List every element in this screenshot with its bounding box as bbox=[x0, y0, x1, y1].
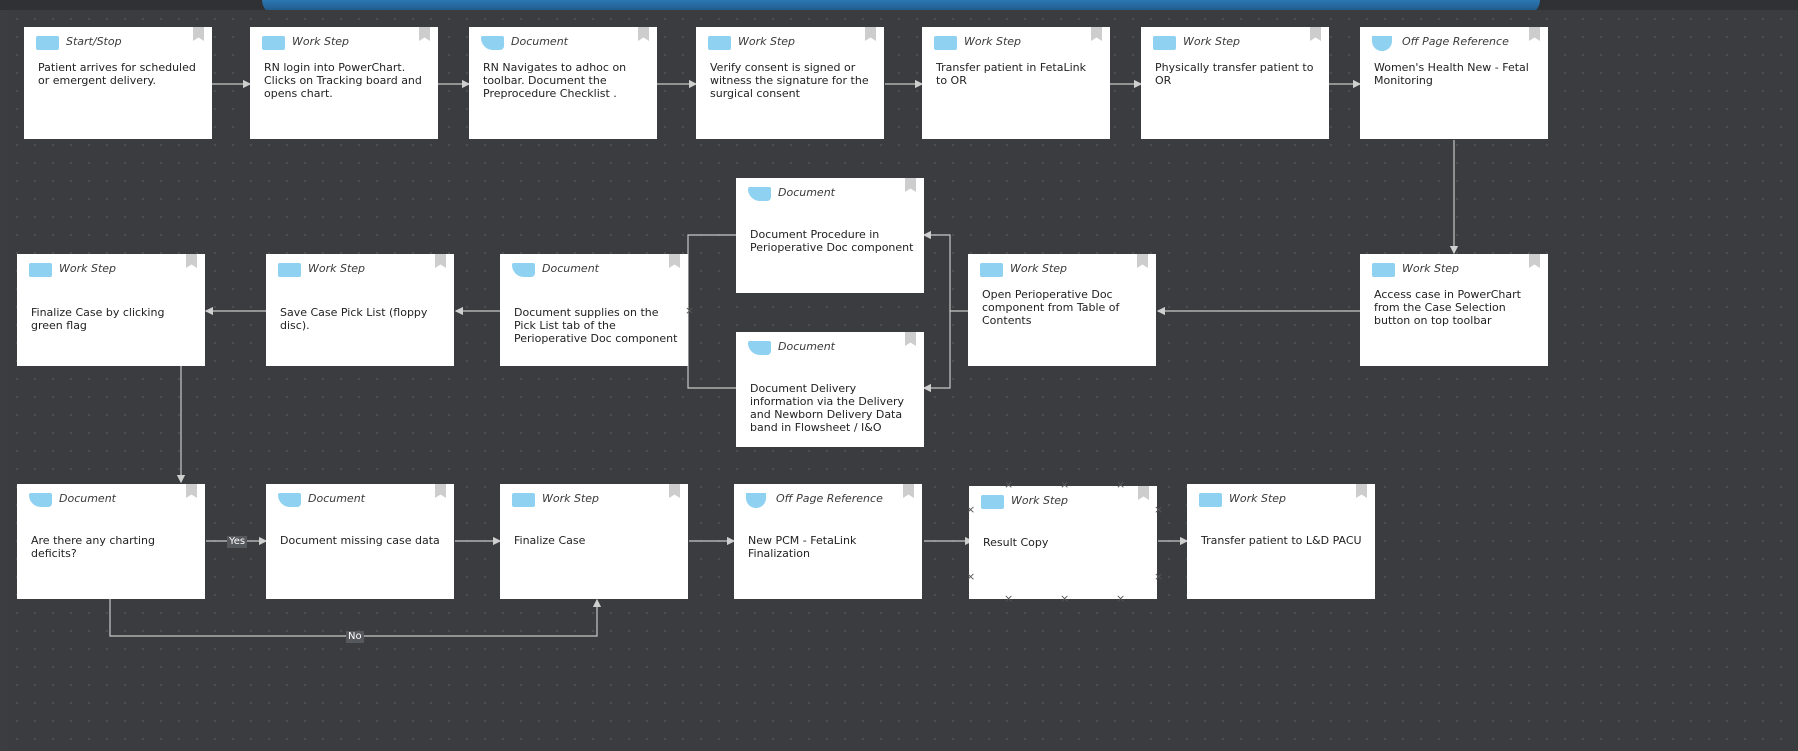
node-work-step[interactable]: Work Step Finalize Case bbox=[500, 484, 688, 599]
bookmark-icon bbox=[1137, 254, 1148, 268]
resize-handle[interactable]: × bbox=[1004, 593, 1013, 604]
node-text: RN login into PowerChart. Clicks on Trac… bbox=[264, 61, 422, 100]
work-step-icon bbox=[934, 36, 957, 50]
bookmark-icon bbox=[419, 27, 430, 41]
bookmark-icon bbox=[186, 484, 197, 498]
node-text: Document missing case data bbox=[280, 534, 440, 547]
bookmark-icon bbox=[186, 254, 197, 268]
node-work-step-selected[interactable]: Work Step Result Copy bbox=[969, 486, 1157, 599]
node-document[interactable]: Document Document Delivery information v… bbox=[736, 332, 924, 447]
node-document[interactable]: Document Document missing case data bbox=[266, 484, 454, 599]
connector-handle[interactable]: × bbox=[685, 305, 694, 316]
node-document[interactable]: Document RN Navigates to adhoc on toolba… bbox=[469, 27, 657, 139]
work-step-icon bbox=[29, 263, 52, 277]
yes-label: Yes bbox=[227, 536, 248, 548]
node-work-step[interactable]: Work Step Physically transfer patient to… bbox=[1141, 27, 1329, 139]
bookmark-icon bbox=[1529, 254, 1540, 268]
node-text: Patient arrives for scheduled or emergen… bbox=[38, 61, 196, 87]
node-off-page-reference[interactable]: Off Page Reference Women's Health New - … bbox=[1360, 27, 1548, 139]
node-text: Document supplies on the Pick List tab o… bbox=[514, 306, 678, 345]
document-icon bbox=[512, 263, 535, 277]
work-step-icon bbox=[980, 263, 1003, 277]
node-work-step[interactable]: Work Step Verify consent is signed or wi… bbox=[696, 27, 884, 139]
node-text: Transfer patient to L&D PACU bbox=[1201, 534, 1362, 547]
node-document[interactable]: Document Document Procedure in Periopera… bbox=[736, 178, 924, 293]
node-text: Document Procedure in Perioperative Doc … bbox=[750, 228, 914, 254]
resize-handle[interactable]: × bbox=[1116, 479, 1125, 490]
node-work-step[interactable]: Work Step Transfer patient in FetaLink t… bbox=[922, 27, 1110, 139]
node-text: Finalize Case by clicking green flag bbox=[31, 306, 165, 332]
node-work-step[interactable]: Work Step Finalize Case by clicking gree… bbox=[17, 254, 205, 366]
start-stop-icon bbox=[36, 36, 59, 50]
bookmark-icon bbox=[1310, 27, 1321, 41]
document-icon bbox=[29, 493, 52, 507]
bookmark-icon bbox=[903, 484, 914, 498]
node-text: Transfer patient in FetaLink to OR bbox=[936, 61, 1086, 87]
bookmark-icon bbox=[193, 27, 204, 41]
node-start-stop[interactable]: Start/Stop Patient arrives for scheduled… bbox=[24, 27, 212, 139]
resize-handle[interactable]: × bbox=[1060, 593, 1069, 604]
resize-handle[interactable]: × bbox=[1116, 593, 1125, 604]
resize-handle[interactable]: × bbox=[1154, 504, 1163, 515]
work-step-icon bbox=[278, 263, 301, 277]
node-text: Document Delivery information via the De… bbox=[750, 382, 904, 434]
resize-handle[interactable]: × bbox=[1154, 571, 1163, 582]
node-text: Verify consent is signed or witness the … bbox=[710, 61, 869, 100]
node-text: RN Navigates to adhoc on toolbar. Docume… bbox=[483, 61, 627, 100]
bookmark-icon bbox=[435, 254, 446, 268]
document-icon bbox=[481, 36, 504, 50]
no-label: No bbox=[346, 631, 364, 643]
node-document[interactable]: Document Are there any charting deficits… bbox=[17, 484, 205, 599]
resize-handle[interactable]: × bbox=[1060, 479, 1069, 490]
edge-n9-n10 bbox=[922, 230, 968, 312]
node-text: Result Copy bbox=[983, 536, 1049, 549]
off-page-reference-icon bbox=[746, 493, 766, 508]
bookmark-icon bbox=[1091, 27, 1102, 41]
bookmark-icon bbox=[1529, 27, 1540, 41]
bookmark-icon bbox=[905, 178, 916, 192]
bookmark-icon bbox=[638, 27, 649, 41]
node-text: Finalize Case bbox=[514, 534, 586, 547]
resize-handle[interactable]: × bbox=[1004, 479, 1013, 490]
node-text: Are there any charting deficits? bbox=[31, 534, 155, 560]
bookmark-icon bbox=[669, 484, 680, 498]
bookmark-icon bbox=[905, 332, 916, 346]
work-step-icon bbox=[512, 493, 535, 507]
node-document[interactable]: Document Document supplies on the Pick L… bbox=[500, 254, 688, 366]
node-text: New PCM - FetaLink Finalization bbox=[748, 534, 857, 560]
off-page-reference-icon bbox=[1372, 36, 1392, 51]
node-text: Women's Health New - Fetal Monitoring bbox=[1374, 61, 1529, 87]
bookmark-icon bbox=[435, 484, 446, 498]
work-step-icon bbox=[981, 495, 1004, 509]
node-work-step[interactable]: Work Step Access case in PowerChart from… bbox=[1360, 254, 1548, 366]
document-icon bbox=[278, 493, 301, 507]
edge-n11-n12 bbox=[687, 311, 736, 389]
node-work-step[interactable]: Work Step RN login into PowerChart. Clic… bbox=[250, 27, 438, 139]
work-step-icon bbox=[708, 36, 731, 50]
work-step-icon bbox=[1372, 263, 1395, 277]
resize-handle[interactable]: × bbox=[966, 504, 975, 515]
node-work-step[interactable]: Work Step Open Perioperative Doc compone… bbox=[968, 254, 1156, 366]
node-off-page-reference[interactable]: Off Page Reference New PCM - FetaLink Fi… bbox=[734, 484, 922, 599]
work-step-icon bbox=[1199, 493, 1222, 507]
bookmark-icon bbox=[669, 254, 680, 268]
bookmark-icon bbox=[865, 27, 876, 41]
edge-n9-n11 bbox=[922, 311, 951, 393]
bookmark-icon bbox=[1356, 484, 1367, 498]
resize-handle[interactable]: × bbox=[966, 571, 975, 582]
document-icon bbox=[748, 187, 771, 201]
node-text: Save Case Pick List (floppy disc). bbox=[280, 306, 428, 332]
edge-n10-n12 bbox=[687, 234, 736, 312]
node-text: Open Perioperative Doc component from Ta… bbox=[982, 288, 1120, 327]
node-text: Physically transfer patient to OR bbox=[1155, 61, 1314, 87]
bookmark-icon bbox=[1138, 486, 1149, 500]
node-text: Access case in PowerChart from the Case … bbox=[1374, 288, 1521, 327]
node-work-step[interactable]: Work Step Save Case Pick List (floppy di… bbox=[266, 254, 454, 366]
work-step-icon bbox=[1153, 36, 1176, 50]
document-icon bbox=[748, 341, 771, 355]
node-work-step[interactable]: Work Step Transfer patient to L&D PACU bbox=[1187, 484, 1375, 599]
work-step-icon bbox=[262, 36, 285, 50]
